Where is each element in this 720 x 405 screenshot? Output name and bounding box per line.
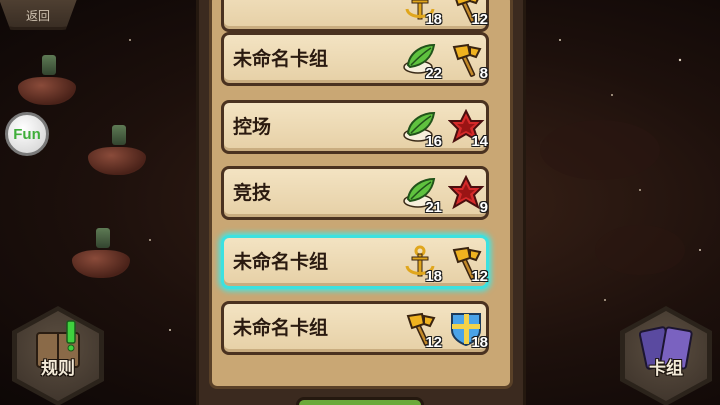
deck-row[interactable]: 竞技 21 9: [221, 166, 489, 220]
deck-row[interactable]: 18 12: [221, 0, 489, 32]
axe-icon: 12: [448, 0, 488, 28]
fun-logo-icon: Fun: [13, 125, 41, 143]
deck-row[interactable]: 控场 16 14: [221, 100, 489, 154]
deck-name: 控场: [233, 116, 272, 138]
deck-count: 12: [471, 11, 488, 28]
flag-icon: [96, 228, 110, 248]
deck-count: 12: [471, 268, 488, 285]
axe-icon: 12: [448, 244, 488, 285]
fun-button[interactable]: Fun: [5, 112, 49, 156]
axe-icon: 8: [448, 41, 488, 82]
deck-count: 12: [425, 334, 442, 351]
decks-button[interactable]: 卡组: [620, 306, 712, 405]
deck-count: 8: [479, 65, 488, 82]
deck-count: 16: [425, 133, 442, 150]
deck-row[interactable]: 未命名卡组 18 12: [221, 235, 489, 289]
decks-button-face: 卡组: [625, 311, 707, 401]
rules-button-face: 规则: [17, 311, 99, 401]
decks-label: 卡组: [649, 359, 683, 379]
deck-count: 18: [425, 11, 442, 28]
deck-count: 22: [425, 65, 442, 82]
deck-count: 9: [479, 199, 488, 216]
anchor-icon: 18: [402, 0, 442, 28]
deck-row[interactable]: 未命名卡组 12 18: [221, 301, 489, 355]
deck-count: 14: [471, 133, 488, 150]
leaf-icon: 21: [402, 175, 442, 216]
deck-name: 未命名卡组: [233, 48, 329, 70]
deck-name: 未命名卡组: [233, 251, 329, 273]
island-rock: [72, 250, 130, 278]
star-icon: 14: [448, 109, 488, 150]
star-icon: 9: [448, 175, 488, 216]
flag-icon: [42, 55, 56, 75]
deck-name: 竞技: [233, 182, 272, 204]
deck-count: 18: [471, 334, 488, 351]
island-rock: [18, 77, 76, 105]
leaf-icon: 16: [402, 109, 442, 150]
bottom-action-button[interactable]: [296, 397, 424, 405]
shield-icon: 18: [448, 310, 488, 351]
deck-row[interactable]: 未命名卡组 22 8: [221, 32, 489, 86]
island-rock: [88, 147, 146, 175]
rules-label: 规则: [41, 359, 75, 379]
back-label[interactable]: 返回: [26, 7, 50, 24]
rules-button[interactable]: 规则: [12, 306, 104, 405]
deck-count: 18: [425, 268, 442, 285]
deck-count: 21: [425, 199, 442, 216]
leaf-icon: 22: [402, 41, 442, 82]
anchor-icon: 18: [402, 244, 442, 285]
axe-icon: 12: [402, 310, 442, 351]
deck-name: 未命名卡组: [233, 317, 329, 339]
flag-icon: [112, 125, 126, 145]
